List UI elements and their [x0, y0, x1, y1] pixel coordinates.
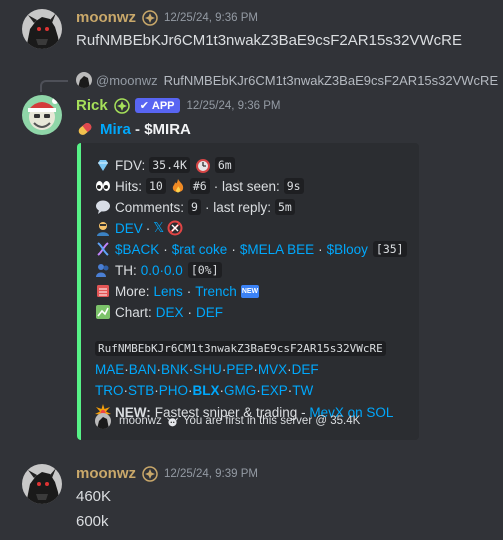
token-name-link[interactable]: Mira	[100, 121, 131, 138]
footer-emoji-icon	[166, 415, 179, 428]
chart-icon	[95, 304, 111, 320]
timestamp: 12/25/24, 9:36 PM	[164, 11, 258, 24]
username-rick[interactable]: Rick	[76, 97, 108, 114]
platform-link[interactable]: BNK	[161, 362, 189, 377]
avatar-rick[interactable]	[22, 95, 62, 135]
related-token-link[interactable]: $BACK	[115, 242, 159, 257]
contract-address[interactable]: RufNMBEbKJr6CM1t3nwakZ3BaE9csF2AR15s32VW…	[95, 341, 386, 356]
platform-link[interactable]: BAN	[129, 362, 157, 377]
username-moonwz[interactable]: moonwz	[76, 9, 136, 26]
role-badge-icon	[142, 465, 158, 482]
related-token-link[interactable]: $rat coke	[172, 242, 228, 257]
last-reply-label: · last reply:	[204, 199, 271, 215]
lens-link[interactable]: Lens	[154, 284, 183, 299]
hits-value: 10	[146, 178, 166, 194]
platform-links-row-1: MAE · BAN · BNK · SHU · PEP · MVX · DEF	[95, 362, 319, 377]
last-seen-label: · last seen:	[213, 178, 280, 194]
speech-bubble-icon	[95, 199, 111, 215]
platform-links-row-2: TRO · STB · PHO · BLX · GMG · EXP · TW	[95, 383, 313, 398]
hits-label: Hits:	[115, 178, 142, 194]
platform-link[interactable]: EXP	[261, 383, 288, 398]
username-moonwz[interactable]: moonwz	[76, 465, 136, 482]
title-dash: -	[130, 120, 145, 138]
link-separator: ·	[187, 304, 193, 320]
pill-icon	[76, 120, 94, 138]
reply-text: RufNMBEbKJr6CM1t3nwakZ3BaE9csF2AR15s32VW…	[163, 72, 499, 88]
dex-link[interactable]: DEX	[156, 305, 184, 320]
age-value: 6m	[214, 157, 235, 173]
platform-link[interactable]: SHU	[193, 362, 222, 377]
hits-rank: #6	[189, 178, 210, 194]
trench-link[interactable]: Trench	[195, 284, 237, 299]
message-text: 600k	[76, 513, 109, 530]
platform-link[interactable]: MVX	[258, 362, 287, 377]
th-label: TH:	[115, 262, 137, 278]
platform-link[interactable]: PEP	[226, 362, 253, 377]
avatar-moonwz[interactable]	[22, 9, 62, 49]
platform-link[interactable]: DEF	[292, 362, 319, 377]
message-text: RufNMBEbKJr6CM1t3nwakZ3BaE9csF2AR15s32VW…	[76, 32, 462, 49]
token-ticker: $MIRA	[144, 120, 191, 138]
timestamp: 12/25/24, 9:36 PM	[186, 99, 281, 112]
developer-icon	[95, 220, 111, 236]
dev-sep: ·	[145, 220, 151, 236]
fdv-value: 35.4K	[149, 157, 190, 173]
ledger-icon	[95, 283, 111, 299]
check-icon: ✔	[139, 100, 149, 112]
platform-link[interactable]: GMG	[224, 383, 256, 398]
x-link[interactable]: 𝕏	[153, 220, 164, 236]
def-link[interactable]: DEF	[196, 305, 223, 320]
footer-user: moonwz	[119, 415, 162, 427]
platform-link[interactable]: STB	[128, 383, 154, 398]
avatar-moonwz[interactable]	[22, 464, 62, 504]
more-label: More:	[115, 283, 150, 299]
th-value-link[interactable]: 0.0	[141, 263, 160, 278]
footer-avatar	[95, 413, 111, 429]
reply-preview[interactable]: @moonwz RufNMBEbKJr6CM1t3nwakZ3BaE9csF2A…	[76, 72, 498, 88]
related-token-link[interactable]: $Blooy	[327, 242, 368, 257]
new-icon: NEW	[240, 284, 260, 298]
token-embed: FDV: 35.4K 6m Hits: 10 #6 · last seen: 9…	[77, 143, 419, 440]
link-separator: ·	[231, 241, 236, 257]
dna-icon	[95, 241, 111, 257]
platform-link[interactable]: PHO	[159, 383, 188, 398]
related-token-link[interactable]: $MELA BEE	[240, 242, 314, 257]
dev-link[interactable]: DEV	[115, 221, 143, 236]
platform-link[interactable]: BLX	[193, 383, 220, 398]
th-pct: [0%]	[187, 262, 222, 278]
role-badge-icon	[142, 9, 158, 26]
last-reply-value: 5m	[275, 199, 295, 215]
last-seen-value: 9s	[283, 178, 304, 194]
reply-avatar	[76, 72, 92, 88]
eyes-icon	[95, 178, 111, 194]
chart-label: Chart:	[115, 304, 152, 320]
comments-label: Comments:	[115, 199, 185, 215]
links-count: [35]	[372, 241, 407, 257]
no-entry-icon	[167, 220, 183, 236]
fdv-label: FDV:	[115, 157, 146, 173]
fire-icon	[170, 178, 186, 194]
platform-link[interactable]: TRO	[95, 383, 124, 398]
comments-value: 9	[188, 199, 201, 215]
verified-icon	[113, 97, 130, 114]
th-value-link[interactable]: 0.0	[164, 263, 183, 278]
reply-connector	[40, 80, 68, 92]
clock-icon	[195, 157, 211, 173]
link-separator: ·	[318, 241, 323, 257]
holders-icon	[95, 262, 111, 278]
link-separator: ·	[186, 283, 192, 299]
message-text: 460K	[76, 488, 112, 505]
footer-text: You are first in this server @ 35.4K	[182, 415, 361, 427]
platform-link[interactable]: TW	[292, 383, 313, 398]
app-badge: ✔ APP	[134, 98, 180, 113]
link-separator: ·	[163, 241, 168, 257]
platform-link[interactable]: MAE	[95, 362, 124, 377]
gem-icon	[95, 157, 111, 173]
reply-author[interactable]: @moonwz	[96, 73, 158, 88]
timestamp: 12/25/24, 9:39 PM	[164, 467, 258, 480]
